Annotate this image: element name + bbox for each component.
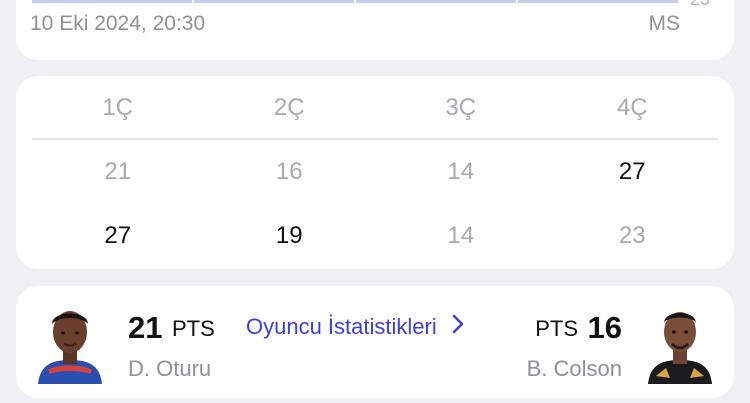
home-quarter-row: 21 16 14 27	[32, 140, 718, 204]
quarter-scores-table: 1Ç 2Ç 3Ç 4Ç 21 16 14 27 27 19 14 23	[32, 76, 718, 268]
progress-segment	[356, 0, 516, 3]
progress-strip	[32, 0, 678, 3]
away-quarter-score: 19	[275, 222, 303, 249]
left-points-label: PTS	[172, 316, 215, 341]
right-player-name[interactable]: B. Colson	[527, 356, 622, 382]
right-player-avatar-icon[interactable]	[646, 300, 714, 384]
progress-segment	[194, 0, 354, 3]
right-points-label: PTS	[535, 316, 578, 341]
quarter-header-row: 1Ç 2Ç 3Ç 4Ç	[32, 76, 718, 140]
away-quarter-row: 27 19 14 23	[32, 204, 718, 268]
quarter-header: 1Ç	[102, 94, 134, 121]
left-player-avatar-icon[interactable]	[36, 300, 104, 384]
home-quarter-score: 14	[447, 158, 475, 185]
match-info-card: 23 10 Eki 2024, 20:30 MS	[16, 0, 734, 60]
quarter-header: 4Ç	[616, 94, 648, 121]
progress-segment	[518, 0, 678, 3]
player-stats-link-label: Oyuncu İstatistikleri	[246, 314, 437, 339]
match-status: MS	[648, 12, 681, 35]
away-quarter-score: 27	[104, 222, 132, 249]
left-player-points: 21	[128, 310, 163, 345]
player-stats-link[interactable]: Oyuncu İstatistikleri	[246, 312, 465, 342]
chevron-right-icon	[451, 314, 465, 340]
away-quarter-score: 14	[447, 222, 475, 249]
home-quarter-score: 27	[618, 158, 646, 185]
match-datetime: 10 Eki 2024, 20:30	[30, 12, 206, 35]
top-performers-card: 21 PTS D. Oturu Oyuncu İstatistikleri PT…	[16, 286, 734, 398]
progress-segment	[32, 0, 192, 3]
quarter-header: 2Ç	[273, 94, 305, 121]
right-player-points: 16	[587, 310, 622, 345]
away-quarter-score: 23	[618, 222, 646, 249]
home-quarter-score: 16	[275, 158, 303, 185]
quarter-scores-card: 1Ç 2Ç 3Ç 4Ç 21 16 14 27 27 19 14 23	[16, 76, 734, 269]
cutoff-score-text: 23	[690, 0, 710, 8]
home-quarter-score: 21	[104, 158, 132, 185]
quarter-header: 3Ç	[445, 94, 477, 121]
left-player-name[interactable]: D. Oturu	[128, 356, 211, 382]
